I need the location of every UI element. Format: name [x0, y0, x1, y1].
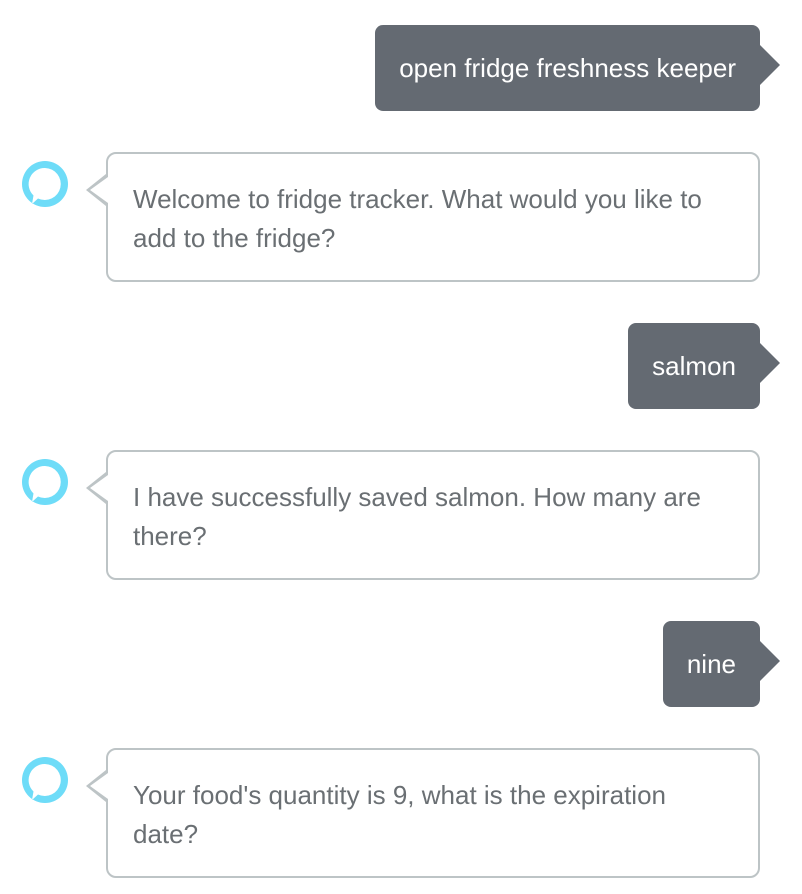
alexa-ring-icon [22, 459, 68, 505]
user-message-text: salmon [652, 350, 736, 381]
alexa-message-text: Your food's quantity is 9, what is the e… [133, 780, 666, 849]
alexa-ring-icon [22, 161, 68, 207]
alexa-message-text: Welcome to fridge tracker. What would yo… [133, 184, 702, 253]
alexa-message-bubble: Your food's quantity is 9, what is the e… [86, 748, 760, 878]
user-message-text: open fridge freshness keeper [399, 52, 736, 83]
bubble-tail [760, 641, 780, 681]
alexa-message-row: Welcome to fridge tracker. What would yo… [0, 152, 802, 282]
alexa-message-text: I have successfully saved salmon. How ma… [133, 482, 701, 551]
bubble-tail [760, 45, 780, 85]
alexa-message-bubble: Welcome to fridge tracker. What would yo… [86, 152, 760, 282]
user-message-text: nine [686, 648, 736, 679]
bubble-tail [760, 343, 780, 383]
alexa-message-row: Your food's quantity is 9, what is the e… [0, 748, 802, 878]
user-message-bubble: salmon [628, 323, 780, 409]
alexa-message-row: I have successfully saved salmon. How ma… [0, 450, 802, 580]
user-message-bubble: nine [662, 621, 780, 707]
user-message-bubble: open fridge freshness keeper [375, 25, 780, 111]
alexa-message-bubble: I have successfully saved salmon. How ma… [86, 450, 760, 580]
alexa-ring-icon [22, 757, 68, 803]
